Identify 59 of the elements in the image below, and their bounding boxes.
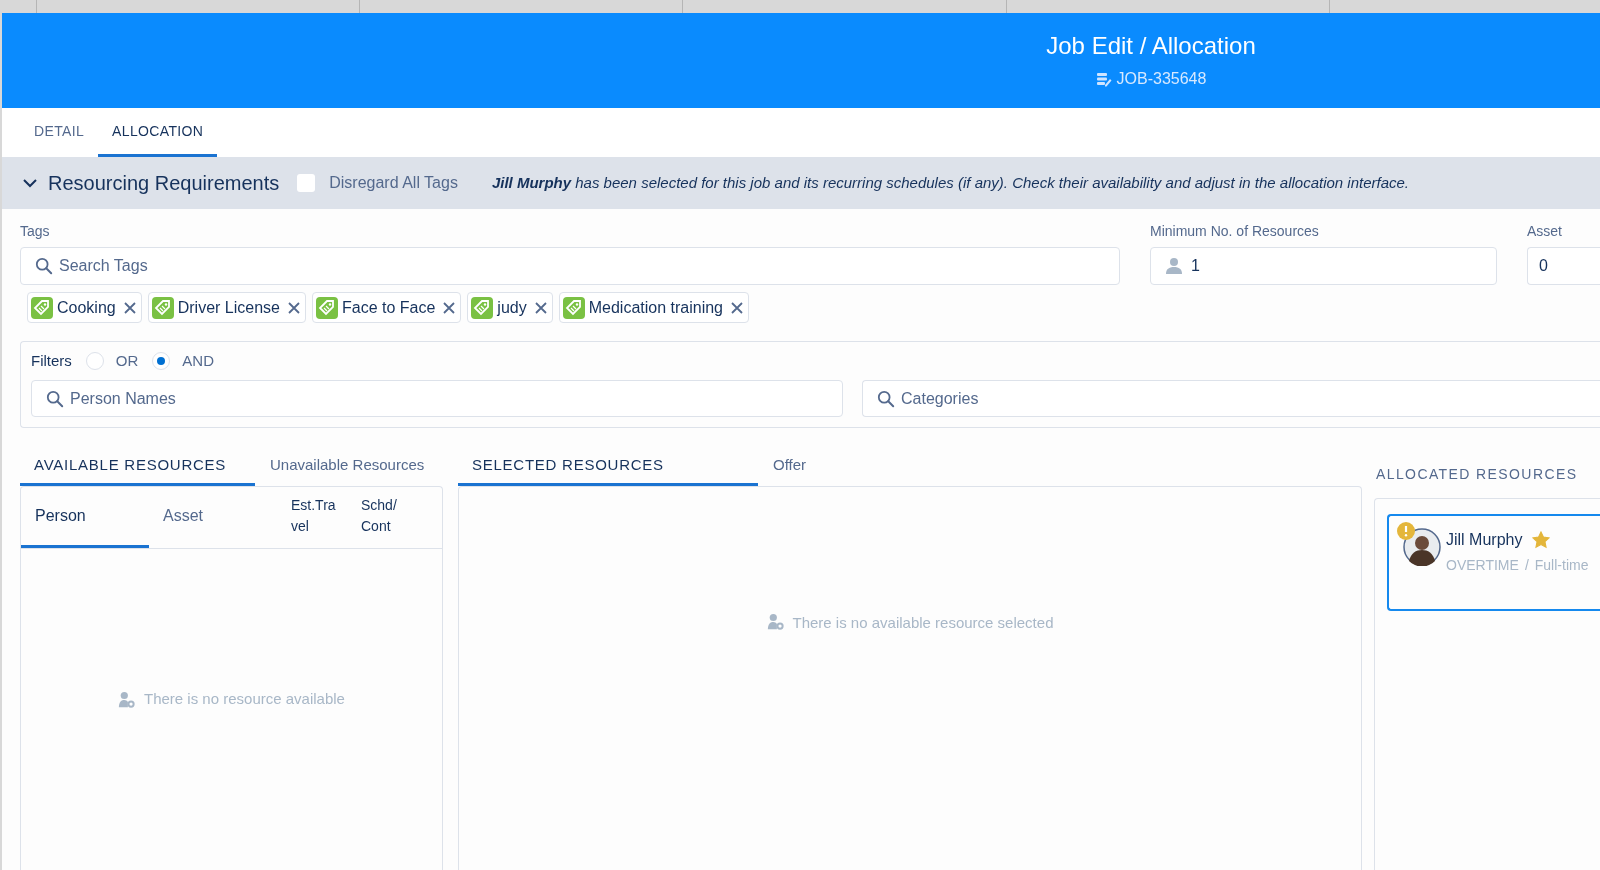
number-field[interactable]: 1 — [1150, 247, 1497, 285]
resource-status: OVERTIME — [1446, 556, 1519, 575]
tag-icon — [31, 296, 53, 319]
tab[interactable]: AVAILABLE RESOURCES — [20, 448, 255, 486]
checkbox[interactable] — [297, 174, 316, 192]
search-icon — [877, 389, 895, 408]
column-tab[interactable]: Schd/ Cont — [361, 487, 442, 548]
tag-icon — [562, 296, 585, 319]
close-icon[interactable] — [534, 301, 547, 314]
tab[interactable]: DETAIL — [20, 108, 99, 157]
empty-message: There is no resource available — [144, 689, 345, 710]
search-field[interactable]: Person Names — [31, 380, 843, 417]
filters-label: Filters — [31, 350, 72, 371]
tag-icon — [151, 296, 174, 319]
close-icon[interactable] — [287, 301, 300, 314]
window-title: Job Edit / Allocation — [1046, 30, 1256, 61]
tag-label: Driver License — [177, 297, 280, 318]
close-icon[interactable] — [731, 301, 743, 314]
resource-name: Jill Murphy — [1446, 530, 1523, 550]
number-field[interactable]: 0 — [1527, 247, 1600, 285]
job-number: JOB-335648 — [1116, 68, 1207, 89]
tag-icon — [471, 296, 494, 319]
tag-label: Medication training — [588, 297, 723, 318]
search-field[interactable]: Categories — [862, 380, 1600, 417]
close-icon[interactable] — [443, 301, 456, 314]
search-field[interactable]: Search Tags — [20, 247, 1120, 285]
tag-icon — [315, 296, 338, 319]
close-icon[interactable] — [123, 301, 136, 314]
section-label: ALLOCATED RESOURCES — [1376, 465, 1578, 484]
tag-label: Face to Face — [341, 297, 436, 318]
search-icon — [35, 257, 53, 275]
search-icon — [46, 389, 64, 408]
checkbox-label: Disregard All Tags — [329, 173, 458, 193]
star-icon[interactable] — [1532, 531, 1551, 549]
person-blocked-icon — [766, 613, 785, 631]
field-label: Minimum No. of Resources — [1150, 222, 1320, 241]
tag-label: Cooking — [57, 297, 116, 318]
column-tab[interactable]: Asset — [149, 487, 291, 548]
tab[interactable]: SELECTED RESOURCES — [458, 448, 758, 486]
person-icon — [1165, 257, 1183, 275]
field-label: Asset — [1527, 222, 1563, 241]
field-label: Tags — [20, 222, 51, 241]
person-blocked-icon — [118, 690, 136, 709]
job-icon — [1095, 70, 1112, 87]
radio-button[interactable] — [152, 352, 171, 370]
info-message: Jill Murphy has been selected for this job and its recurring schedules (if any). Check their availability and adjust in the allocation interface. — [491, 172, 1410, 193]
column-tab[interactable]: Person — [21, 487, 149, 548]
employment-type: Full-time — [1534, 556, 1589, 575]
empty-message: There is no available resource selected — [792, 613, 1054, 632]
column-tab[interactable]: Est.Travel — [291, 487, 361, 548]
tag-label: judy — [497, 297, 527, 318]
section-title: Resourcing Requirements — [48, 171, 280, 196]
radio-label: OR — [115, 350, 139, 371]
tab[interactable]: Offer — [758, 448, 1362, 486]
separator: / — [1524, 556, 1529, 575]
radio-label: AND — [182, 350, 214, 371]
radio-button[interactable] — [85, 352, 104, 370]
resource-card[interactable]: Jill Murphy OVERTIME / Full-time — [1387, 514, 1600, 611]
tab[interactable]: Unavailable Resources — [255, 448, 443, 486]
